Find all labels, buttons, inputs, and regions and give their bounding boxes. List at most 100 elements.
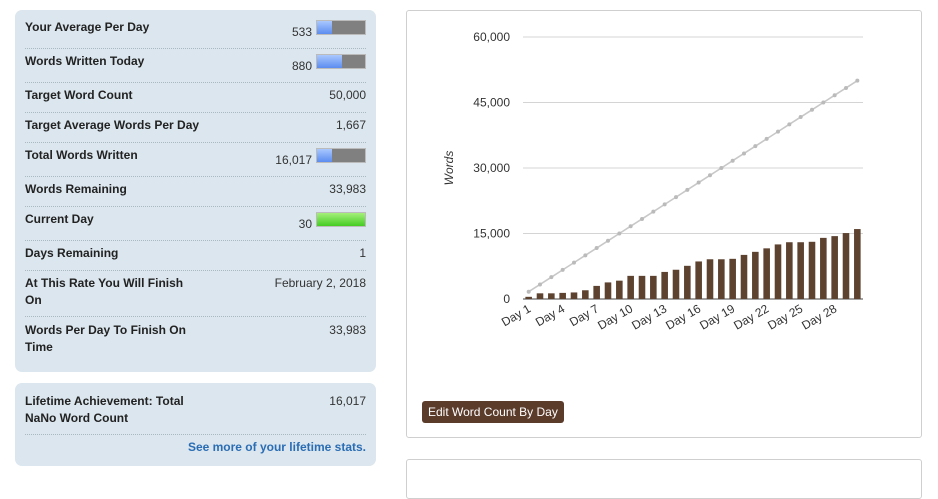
stat-value: 33,983 — [329, 323, 366, 337]
stat-label: Words Remaining — [25, 182, 127, 196]
next-panel — [406, 459, 922, 499]
chart-bar — [616, 280, 623, 299]
stat-label: Target Average Words Per Day — [25, 118, 200, 132]
target-point — [798, 115, 803, 120]
stat-days-remaining: Days Remaining 1 — [25, 244, 366, 271]
stat-words-per-day-finish: Words Per Day To Finish On Time 33,983 — [25, 321, 366, 363]
chart-bar — [820, 237, 827, 299]
y-tick-label: 60,000 — [473, 30, 510, 44]
stat-value: 30 — [298, 217, 312, 231]
target-point — [810, 107, 814, 112]
progress-fill — [317, 149, 333, 162]
target-point — [708, 173, 712, 178]
stat-words-today: Words Written Today 880 — [25, 52, 366, 83]
chart-bar — [684, 265, 691, 299]
target-point — [606, 238, 610, 243]
target-point — [730, 158, 735, 163]
progress-bar — [316, 212, 366, 227]
stat-current-day: Current Day 30 — [25, 210, 366, 241]
chart-bar — [706, 259, 714, 299]
chart-bar — [582, 290, 589, 299]
stat-label-line1: Words Per Day To Finish On — [25, 323, 186, 337]
x-tick-label: Day 4 — [533, 301, 567, 329]
stat-label: Words Written Today — [25, 54, 145, 68]
target-point — [832, 93, 837, 98]
progress-bar — [316, 54, 366, 69]
chart-bar — [842, 233, 850, 299]
progress-bar — [316, 148, 366, 163]
target-point — [583, 253, 588, 258]
progress-fill — [317, 55, 343, 68]
target-point — [526, 289, 531, 294]
chart-bar — [627, 275, 634, 299]
stat-total-written: Total Words Written 16,017 — [25, 146, 366, 177]
y-axis-title: Words — [442, 151, 456, 186]
chart-bar — [672, 269, 680, 299]
stat-lifetime: Lifetime Achievement: Total NaNo Word Co… — [25, 392, 366, 435]
target-point — [787, 122, 792, 127]
stat-target-average: Target Average Words Per Day 1,667 — [25, 116, 366, 143]
chart-bar — [650, 275, 657, 299]
y-tick-label: 0 — [503, 292, 510, 306]
target-point — [764, 136, 769, 141]
stat-value: 50,000 — [329, 88, 366, 102]
x-tick-label: Day 16 — [663, 301, 703, 332]
chart-bar — [854, 229, 861, 299]
chart-bar — [661, 271, 668, 299]
chart-bar — [559, 292, 566, 299]
target-point — [821, 100, 826, 105]
target-point — [674, 195, 678, 200]
x-tick-label: Day 22 — [731, 301, 771, 332]
x-tick-label: Day 25 — [765, 301, 805, 332]
lifetime-panel: Lifetime Achievement: Total NaNo Word Co… — [15, 383, 376, 466]
target-point — [855, 78, 860, 83]
stat-value: 33,983 — [329, 182, 366, 196]
target-point — [753, 144, 758, 149]
progress-fill — [317, 213, 365, 226]
chart-bar — [752, 251, 759, 299]
target-point — [594, 246, 599, 251]
target-point — [696, 180, 701, 185]
stat-label: Words Per Day To Finish On Time — [25, 322, 186, 356]
chart-bar — [536, 293, 544, 299]
target-point — [617, 231, 622, 236]
target-point — [844, 85, 848, 90]
target-point — [572, 260, 576, 265]
progress-bar — [316, 20, 366, 35]
chart-bar — [740, 254, 748, 299]
stat-label-line2: On — [25, 293, 42, 307]
chart-bar — [797, 242, 804, 299]
chart-bar — [786, 242, 793, 299]
stat-label: Current Day — [25, 212, 94, 226]
chart-bar — [774, 244, 782, 299]
target-point — [742, 151, 746, 156]
target-point — [628, 224, 633, 229]
stat-value: 1,667 — [335, 118, 366, 132]
stat-label: Target Word Count — [25, 88, 133, 102]
x-tick-label: Day 10 — [595, 301, 635, 332]
chart-bar — [718, 259, 725, 299]
lifetime-stats-link[interactable]: See more of your lifetime stats. — [188, 440, 366, 454]
target-point — [560, 267, 565, 272]
stat-finish-date: At This Rate You Will Finish On February… — [25, 274, 366, 317]
stat-value: 533 — [291, 25, 312, 39]
stat-value: 1 — [359, 246, 366, 260]
stat-label-line1: At This Rate You Will Finish — [25, 276, 184, 290]
stat-target-word-count: Target Word Count 50,000 — [25, 86, 366, 113]
target-line — [528, 79, 858, 293]
stat-label: Total Words Written — [25, 148, 138, 162]
chart-bar — [525, 296, 532, 299]
chart-bar — [548, 293, 555, 299]
y-tick-label: 30,000 — [473, 161, 510, 175]
x-tick-label: Day 7 — [567, 301, 601, 329]
x-tick-label: Day 13 — [629, 301, 669, 332]
word-count-chart: 015,00030,00045,00060,000WordsDay 1 Day 4… — [442, 30, 863, 333]
chart-bar — [695, 261, 702, 299]
edit-word-count-button[interactable]: Edit Word Count By Day — [422, 401, 564, 423]
stat-value: February 2, 2018 — [274, 276, 366, 290]
chart-bar — [808, 241, 816, 299]
stat-label-line2: NaNo Word Count — [25, 411, 129, 425]
chart-bar — [604, 282, 612, 299]
target-point — [549, 275, 554, 280]
stat-average-per-day: Your Average Per Day 533 — [25, 18, 366, 49]
